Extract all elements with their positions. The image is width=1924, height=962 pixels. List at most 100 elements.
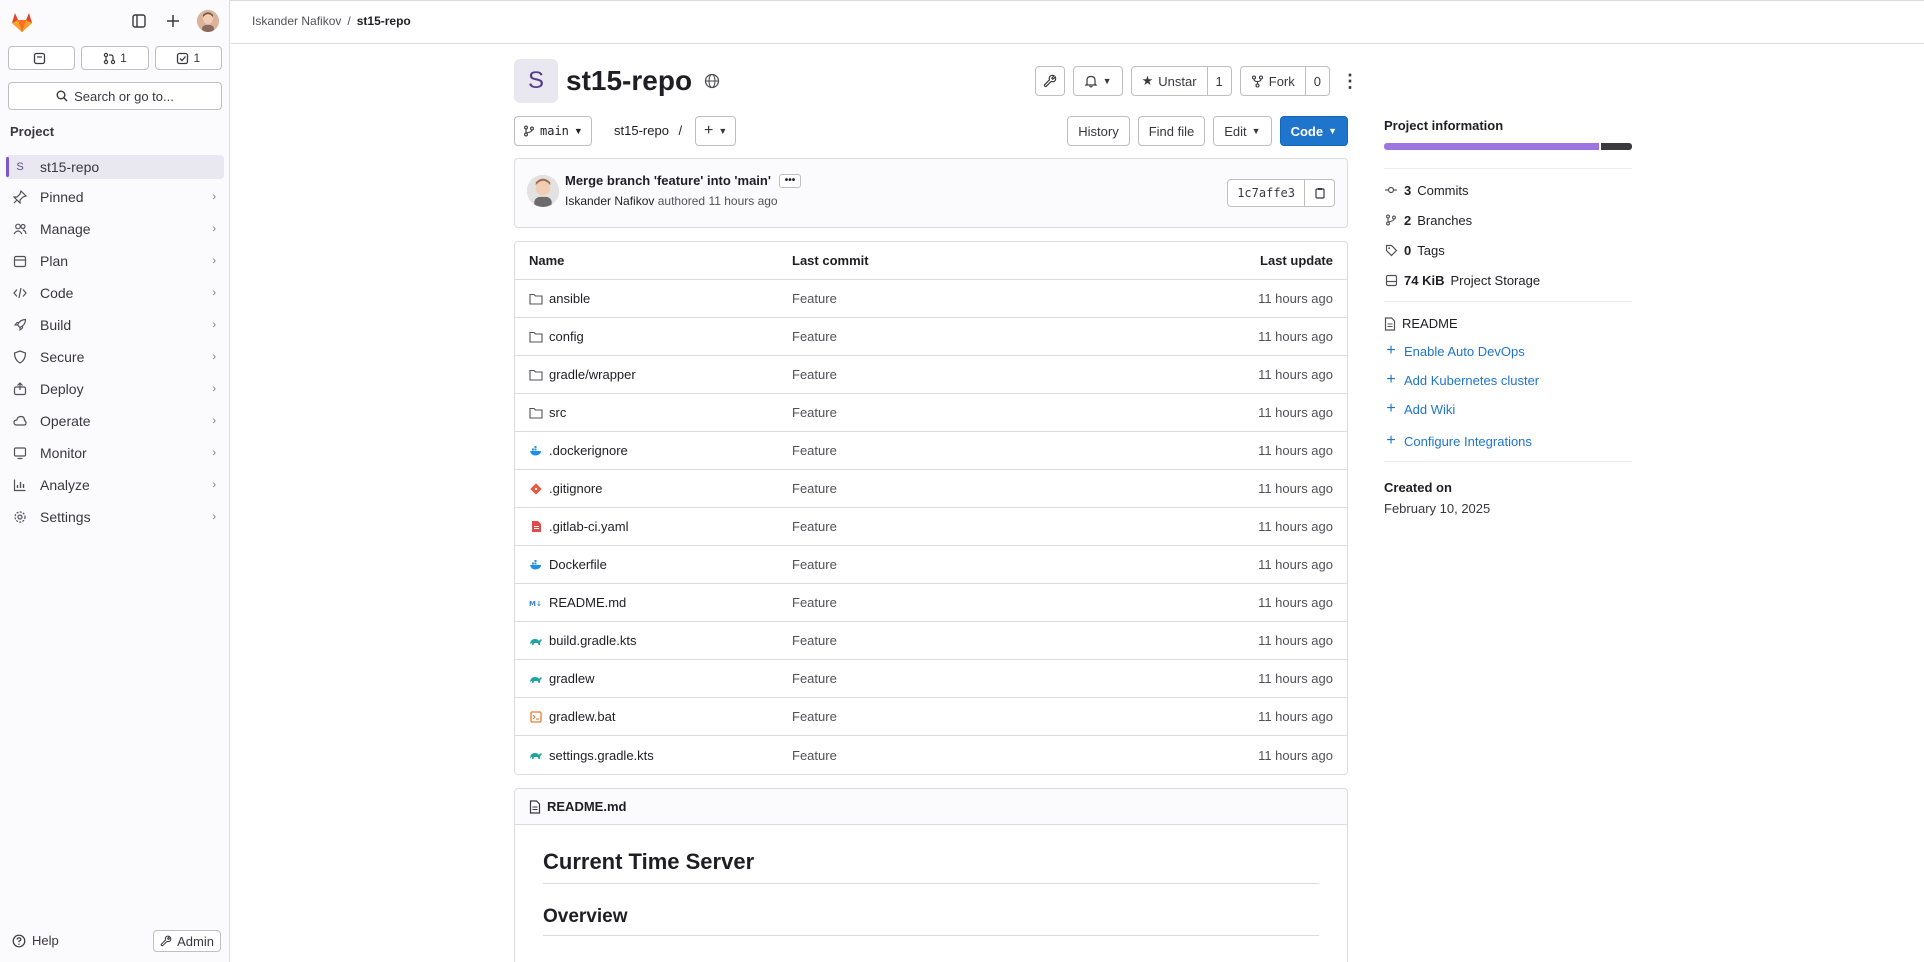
file-name-link[interactable]: README.md — [549, 595, 626, 610]
file-name-link[interactable]: settings.gradle.kts — [549, 748, 654, 763]
commit-title-link[interactable]: Merge branch 'feature' into 'main' — [565, 173, 771, 188]
repo-path-root-link[interactable]: st15-repo — [614, 123, 669, 138]
file-name-link[interactable]: src — [549, 405, 566, 420]
add-wiki-link[interactable]: + Add Wiki — [1384, 400, 1632, 418]
file-name-cell: gradlew — [515, 671, 792, 686]
create-new-icon[interactable] — [163, 11, 183, 31]
enable-auto-devops-link[interactable]: + Enable Auto DevOps — [1384, 342, 1632, 360]
table-row[interactable]: config Feature 11 hours ago — [515, 318, 1347, 356]
file-commit-link[interactable]: Feature — [792, 709, 1192, 724]
file-commit-link[interactable]: Feature — [792, 481, 1192, 496]
notifications-dropdown[interactable]: ▼ — [1072, 66, 1123, 96]
breadcrumb-project-link[interactable]: st15-repo — [357, 14, 411, 28]
project-information-panel: Project information 3 Commits 2 Branches 0… — [1384, 118, 1632, 516]
table-row[interactable]: src Feature 11 hours ago — [515, 394, 1347, 432]
history-button[interactable]: History — [1067, 116, 1130, 146]
file-last-update: 11 hours ago — [1258, 709, 1333, 724]
commit-author-avatar[interactable] — [527, 175, 559, 207]
breadcrumb-owner-link[interactable]: Iskander Nafikov — [252, 14, 341, 28]
sidebar-item-manage[interactable]: Manage › — [6, 217, 224, 241]
storage-link[interactable]: 74 KiB Project Storage — [1384, 271, 1632, 289]
file-commit-link[interactable]: Feature — [792, 633, 1192, 648]
tags-link[interactable]: 0 Tags — [1384, 241, 1632, 259]
merge-requests-counter[interactable]: 1 — [81, 46, 149, 70]
table-row[interactable]: .dockerignore Feature 11 hours ago — [515, 432, 1347, 470]
help-button[interactable]: Help — [12, 933, 59, 948]
issues-counter[interactable] — [8, 46, 76, 70]
file-commit-link[interactable]: Feature — [792, 329, 1192, 344]
file-commit-link[interactable]: Feature — [792, 443, 1192, 458]
repo-path: st15-repo / — [614, 123, 683, 138]
admin-settings-button[interactable] — [1034, 66, 1065, 96]
file-commit-link[interactable]: Feature — [792, 595, 1192, 610]
sidebar-item-build[interactable]: Build › — [6, 313, 224, 337]
add-to-tree-dropdown[interactable]: + ▼ — [695, 116, 737, 146]
file-commit-link[interactable]: Feature — [792, 748, 1192, 763]
commits-link[interactable]: 3 Commits — [1384, 181, 1632, 199]
table-row[interactable]: M↓ README.md Feature 11 hours ago — [515, 584, 1347, 622]
file-commit-link[interactable]: Feature — [792, 519, 1192, 534]
sidebar-item-code[interactable]: Code › — [6, 281, 224, 305]
fork-icon — [1251, 74, 1263, 88]
file-name-link[interactable]: gradle/wrapper — [549, 367, 636, 382]
more-actions-icon[interactable]: ⋮ — [1338, 66, 1362, 96]
file-last-update: 11 hours ago — [1258, 405, 1333, 420]
table-row[interactable]: gradlew Feature 11 hours ago — [515, 660, 1347, 698]
sidebar-item-settings[interactable]: Settings › — [6, 505, 224, 529]
table-row[interactable]: gradle/wrapper Feature 11 hours ago — [515, 356, 1347, 394]
configure-integrations-link[interactable]: + Configure Integrations — [1384, 432, 1632, 450]
fork-button[interactable]: Fork — [1239, 66, 1306, 96]
toggle-sidebar-icon[interactable] — [129, 11, 149, 31]
table-row[interactable]: gradlew.bat Feature 11 hours ago — [515, 698, 1347, 736]
file-name-link[interactable]: gradlew — [549, 671, 595, 686]
star-group: ★ Unstar 1 — [1130, 66, 1232, 96]
branches-link[interactable]: 2 Branches — [1384, 211, 1632, 229]
toggle-commit-description-button[interactable]: ••• — [778, 173, 801, 188]
file-commit-link[interactable]: Feature — [792, 367, 1192, 382]
file-name-link[interactable]: gradlew.bat — [549, 709, 616, 724]
file-commit-link[interactable]: Feature — [792, 671, 1192, 686]
sidebar-item-monitor[interactable]: Monitor › — [6, 441, 224, 465]
user-avatar[interactable] — [197, 10, 219, 32]
readme-filename-link[interactable]: README.md — [547, 799, 626, 814]
file-name-link[interactable]: config — [549, 329, 584, 344]
readme-link[interactable]: README — [1384, 316, 1632, 331]
table-row[interactable]: .gitignore Feature 11 hours ago — [515, 470, 1347, 508]
copy-sha-button[interactable] — [1305, 179, 1335, 207]
file-name-link[interactable]: .dockerignore — [549, 443, 628, 458]
unstar-button[interactable]: ★ Unstar — [1130, 66, 1208, 96]
table-row[interactable]: .gitlab-ci.yaml Feature 11 hours ago — [515, 508, 1347, 546]
fork-count[interactable]: 0 — [1305, 66, 1330, 96]
file-name-link[interactable]: .gitlab-ci.yaml — [549, 519, 628, 534]
commit-sha[interactable]: 1c7affe3 — [1227, 179, 1305, 207]
file-name-link[interactable]: build.gradle.kts — [549, 633, 636, 648]
admin-button[interactable]: Admin — [153, 930, 221, 952]
sidebar-item-secure[interactable]: Secure › — [6, 345, 224, 369]
file-name-link[interactable]: .gitignore — [549, 481, 602, 496]
table-row[interactable]: Dockerfile Feature 11 hours ago — [515, 546, 1347, 584]
table-row[interactable]: build.gradle.kts Feature 11 hours ago — [515, 622, 1347, 660]
branch-selector[interactable]: main ▼ — [514, 116, 592, 146]
commit-author-link[interactable]: Iskander Nafikov — [565, 194, 654, 208]
file-commit-link[interactable]: Feature — [792, 291, 1192, 306]
file-commit-link[interactable]: Feature — [792, 557, 1192, 572]
sidebar-item-analyze[interactable]: Analyze › — [6, 473, 224, 497]
gitlab-logo-icon[interactable] — [10, 10, 34, 34]
todos-counter[interactable]: 1 — [154, 46, 222, 70]
table-row[interactable]: settings.gradle.kts Feature 11 hours ago — [515, 736, 1347, 774]
sidebar-item-operate[interactable]: Operate › — [6, 409, 224, 433]
find-file-button[interactable]: Find file — [1137, 116, 1206, 146]
sidebar-item-project[interactable]: S st15-repo — [6, 155, 224, 179]
file-commit-link[interactable]: Feature — [792, 405, 1192, 420]
sidebar-item-pinned[interactable]: Pinned › — [6, 185, 224, 209]
search-button[interactable]: Search or go to... — [8, 82, 222, 110]
sidebar-item-deploy[interactable]: Deploy › — [6, 377, 224, 401]
add-kubernetes-cluster-link[interactable]: + Add Kubernetes cluster — [1384, 371, 1632, 389]
edit-dropdown[interactable]: Edit ▼ — [1213, 116, 1272, 146]
sidebar-item-plan[interactable]: Plan › — [6, 249, 224, 273]
file-name-link[interactable]: Dockerfile — [549, 557, 607, 572]
code-dropdown[interactable]: Code ▼ — [1279, 116, 1348, 146]
file-name-link[interactable]: ansible — [549, 291, 590, 306]
table-row[interactable]: ansible Feature 11 hours ago — [515, 280, 1347, 318]
star-count[interactable]: 1 — [1207, 66, 1232, 96]
